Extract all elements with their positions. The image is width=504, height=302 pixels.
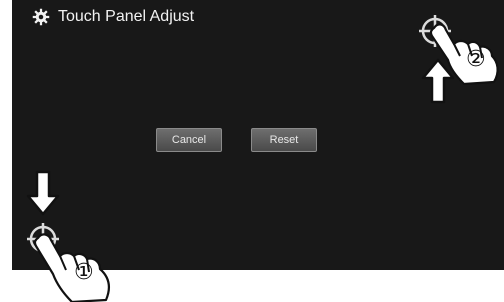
header: Touch Panel Adjust: [32, 8, 194, 26]
reset-button[interactable]: Reset: [251, 128, 317, 152]
cancel-button[interactable]: Cancel: [156, 128, 222, 152]
step-1-label: ①: [74, 260, 94, 285]
gear-icon: [32, 8, 50, 26]
arrow-down-icon: [26, 170, 60, 216]
page-title: Touch Panel Adjust: [58, 8, 195, 25]
step-2-label: ②: [466, 47, 486, 72]
